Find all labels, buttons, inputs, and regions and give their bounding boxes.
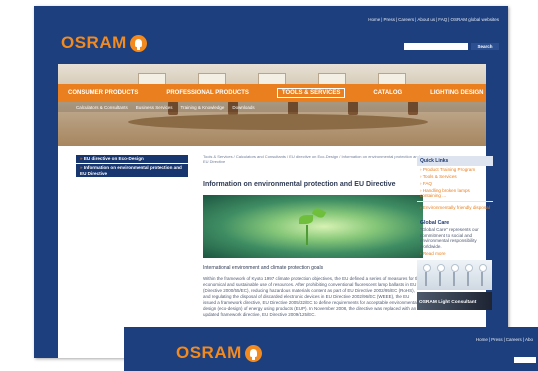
nav-catalog[interactable]: CATALOG — [373, 90, 402, 96]
global-care-title: Global Care — [420, 220, 450, 226]
logo-text: OSRAM — [61, 33, 127, 52]
quick-links-title: Quick Links — [417, 156, 493, 166]
right-column: Quick Links › Product Training Program ›… — [417, 156, 493, 311]
overlay-logo-text: OSRAM — [176, 343, 242, 362]
top-links: Home|Press|Careers|About us|FAQ|OSRAM gl… — [368, 17, 499, 22]
subnav-business-services[interactable]: Business Services — [136, 105, 173, 110]
subnav-downloads[interactable]: Downloads — [232, 105, 254, 110]
nav-professional-products[interactable]: PROFESSIONAL PRODUCTS — [166, 90, 249, 96]
search-button[interactable]: Search — [471, 43, 499, 50]
bulb-logo-icon — [129, 34, 147, 52]
page-title: Information on environmental protection … — [203, 181, 396, 188]
breadcrumb[interactable]: Tools & Services / Calculators and Consu… — [203, 154, 423, 164]
main-column: Tools & Services / Calculators and Consu… — [203, 154, 423, 318]
subnav-training[interactable]: Training & Knowledge — [181, 105, 225, 110]
top-link-press[interactable]: Press — [383, 17, 395, 22]
overlay-link-about[interactable]: Abo — [525, 337, 533, 342]
hero-image — [203, 195, 423, 258]
left-nav-eco-design[interactable]: » EU directive on Eco-Design — [76, 155, 188, 163]
overlay-link-press[interactable]: Press — [491, 337, 503, 342]
overlay-top-links: Home|Press|Careers|Abo — [475, 337, 533, 342]
left-nav-information[interactable]: » Information on environmental protectio… — [76, 163, 188, 178]
quick-link-tools[interactable]: › Tools & Services — [417, 173, 493, 180]
subnav-calculators[interactable]: Calculators & Consultants — [76, 105, 128, 110]
overlay-link-home[interactable]: Home — [476, 337, 488, 342]
sub-nav: Calculators & Consultants Business Servi… — [58, 102, 486, 112]
top-link-about[interactable]: About us — [417, 17, 435, 22]
overlay-header-window: Home|Press|Careers|Abo OSRAM — [124, 327, 538, 371]
top-link-home[interactable]: Home — [368, 17, 380, 22]
quick-link-broken-lamps[interactable]: › Handling broken lamps containing ... — [417, 187, 493, 199]
global-care-text: "Global Care" represents our commitment … — [420, 227, 479, 249]
left-nav: » EU directive on Eco-Design » Informati… — [76, 155, 188, 178]
overlay-search-input[interactable] — [514, 357, 536, 363]
screenshot-stage: Home|Press|Careers|About us|FAQ|OSRAM gl… — [0, 0, 538, 371]
global-care-read-more[interactable]: › Read more — [417, 251, 493, 256]
section-subtitle: International environment and climate pr… — [203, 265, 324, 271]
overlay-osram-logo[interactable]: OSRAM — [176, 343, 262, 363]
lamp-teaser-image[interactable] — [417, 260, 492, 291]
main-nav: CONSUMER PRODUCTS PROFESSIONAL PRODUCTS … — [58, 84, 486, 102]
quick-link-training[interactable]: › Product Training Program — [417, 166, 493, 173]
top-link-global[interactable]: OSRAM global websites — [450, 17, 499, 22]
light-consultant-banner[interactable]: OSRAM Light Consultant — [417, 292, 492, 311]
overlay-link-careers[interactable]: Careers — [506, 337, 522, 342]
website-page: Home|Press|Careers|About us|FAQ|OSRAM gl… — [34, 6, 508, 358]
nav-consumer-products[interactable]: CONSUMER PRODUCTS — [68, 90, 138, 96]
top-link-faq[interactable]: FAQ — [438, 17, 447, 22]
osram-logo[interactable]: OSRAM — [61, 33, 147, 53]
overlay-bulb-logo-icon — [244, 344, 262, 362]
quick-link-disposal[interactable]: › Environmentally friendly disposal — [417, 204, 493, 211]
nav-lighting-design[interactable]: LIGHTING DESIGN — [430, 90, 483, 96]
quick-link-faq[interactable]: › FAQ — [417, 180, 493, 187]
body-text: Within the framework of Kyoto 1997 clima… — [203, 276, 422, 317]
top-link-careers[interactable]: Careers — [398, 17, 414, 22]
search-input[interactable] — [404, 43, 468, 50]
nav-tools-services[interactable]: TOOLS & SERVICES — [276, 88, 346, 98]
